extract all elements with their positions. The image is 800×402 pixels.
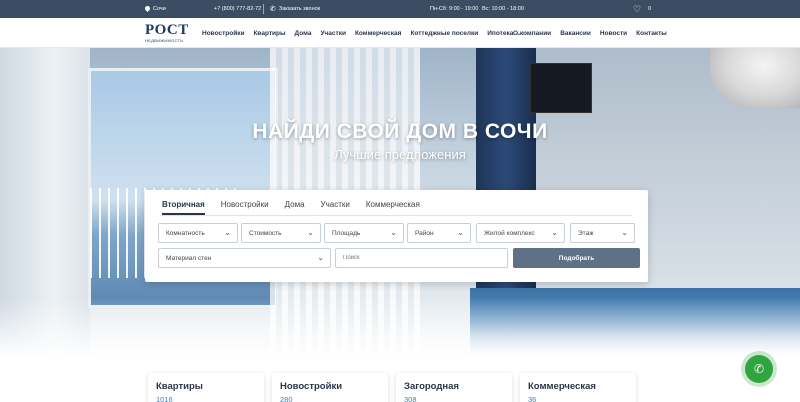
logo-word: РОСТ xyxy=(145,22,189,38)
nav-menu: Новостройки Квартиры Дома Участки Коммер… xyxy=(202,18,530,48)
search-tabs: Вторичная Новостройки Дома Участки Комме… xyxy=(162,200,436,215)
favorites-count: 0 xyxy=(648,6,652,12)
phone-icon: ✆ xyxy=(753,362,765,376)
nav-item-vakansii[interactable]: Вакансии xyxy=(560,30,591,37)
hours-weekdays-text: Пн-Сб: 9:00 - 19:00 xyxy=(430,6,479,12)
nav-menu-right: О компании Вакансии Новости Контакты xyxy=(513,18,676,48)
logo[interactable]: РОСТ НЕДВИЖИМОСТЬ xyxy=(145,23,190,45)
chevron-down-icon: ⌄ xyxy=(551,228,558,237)
category-title: Новостройки xyxy=(280,381,343,392)
submit-button[interactable]: Подобрать xyxy=(513,248,640,268)
wall-material-select[interactable]: Материал стен ⌄ xyxy=(158,248,331,268)
category-card-zagorodnaya[interactable]: Загородная 308 xyxy=(396,373,512,402)
complex-select[interactable]: Жилой комплекс ⌄ xyxy=(476,223,565,243)
hours-sunday-text: Вс: 10:00 - 18:00 xyxy=(482,6,524,12)
chevron-down-icon: ⌄ xyxy=(224,228,231,237)
top-bar: Сочи +7 (800) 777-82-72 ✆ Заказать звоно… xyxy=(0,0,800,18)
nav-item-novosti[interactable]: Новости xyxy=(600,30,627,37)
city-label: Сочи xyxy=(153,6,166,12)
nav-item-kontakty[interactable]: Контакты xyxy=(636,30,667,37)
search-input[interactable] xyxy=(335,248,508,268)
callback-link[interactable]: ✆ Заказать звонок xyxy=(270,0,320,18)
working-hours-weekdays: Пн-Сб: 9:00 - 19:00 xyxy=(430,0,478,18)
city-selector[interactable]: Сочи xyxy=(145,0,166,18)
category-card-kommercheskaya[interactable]: Коммерческая 36 xyxy=(520,373,636,402)
phone-icon: ✆ xyxy=(270,5,276,13)
chevron-down-icon: ⌄ xyxy=(317,253,324,262)
favorites-button[interactable]: ♡ 0 xyxy=(633,0,651,18)
phone-link[interactable]: +7 (800) 777-82-72 xyxy=(214,0,261,18)
location-pin-icon xyxy=(145,6,150,13)
hero-subtitle: Лучшие предложения xyxy=(334,147,466,162)
district-select[interactable]: Район ⌄ xyxy=(407,223,471,243)
tab-novostroiki[interactable]: Новостройки xyxy=(221,200,269,215)
category-count: 280 xyxy=(280,395,293,402)
chevron-down-icon: ⌄ xyxy=(390,228,397,237)
nav-item-uchastki[interactable]: Участки xyxy=(320,30,345,37)
hero-image-tv xyxy=(530,63,592,113)
callback-label: Заказать звонок xyxy=(278,6,321,12)
tab-vtorichnaya[interactable]: Вторичная xyxy=(162,200,205,215)
category-card-kvartiry[interactable]: Квартиры 1016 xyxy=(148,373,264,402)
floor-select[interactable]: Этаж ⌄ xyxy=(570,223,635,243)
hero-title: НАЙДИ СВОЙ ДОМ В СОЧИ xyxy=(252,120,548,143)
price-select-label: Стоимость xyxy=(249,229,282,237)
category-count: 36 xyxy=(528,395,537,402)
divider xyxy=(263,4,264,14)
price-select[interactable]: Стоимость ⌄ xyxy=(241,223,321,243)
nav-item-o-kompanii[interactable]: О компании xyxy=(513,30,551,37)
nav-item-ipoteka-label: Ипотека xyxy=(487,29,514,37)
chevron-down-icon: ⌄ xyxy=(457,228,464,237)
logo-sub: НЕДВИЖИМОСТЬ xyxy=(145,38,184,43)
category-title: Квартиры xyxy=(156,381,203,392)
nav-item-novostroiki[interactable]: Новостройки xyxy=(202,30,244,37)
wall-material-label: Материал стен xyxy=(166,254,212,262)
call-button[interactable]: ✆ xyxy=(745,355,773,383)
area-select-label: Площадь xyxy=(332,229,361,237)
working-hours-sunday: Вс: 10:00 - 18:00 xyxy=(482,0,524,18)
floor-select-label: Этаж xyxy=(578,229,594,237)
main-nav: РОСТ НЕДВИЖИМОСТЬ Новостройки Квартиры Д… xyxy=(0,18,800,48)
phone-number: +7 (800) 777-82-72 xyxy=(214,6,262,12)
tab-doma[interactable]: Дома xyxy=(285,200,305,215)
nav-item-kommercheskaya[interactable]: Коммерческая xyxy=(355,30,401,37)
nav-item-kvartiry[interactable]: Квартиры xyxy=(253,30,285,37)
hero-fade xyxy=(0,298,800,358)
category-title: Коммерческая xyxy=(528,381,596,392)
category-count: 308 xyxy=(404,395,417,402)
rooms-select[interactable]: Комнатность ⌄ xyxy=(158,223,238,243)
tab-uchastki[interactable]: Участки xyxy=(321,200,350,215)
rooms-select-label: Комнатность xyxy=(166,229,205,237)
tabs-underline xyxy=(162,215,632,216)
area-select[interactable]: Площадь ⌄ xyxy=(324,223,404,243)
heart-icon: ♡ xyxy=(633,3,642,14)
category-count: 1016 xyxy=(156,395,173,402)
category-title: Загородная xyxy=(404,381,459,392)
chevron-down-icon: ⌄ xyxy=(307,228,314,237)
search-panel: Вторичная Новостройки Дома Участки Комме… xyxy=(145,190,648,282)
complex-select-label: Жилой комплекс xyxy=(484,229,535,237)
chevron-down-icon: ⌄ xyxy=(621,228,628,237)
nav-item-doma[interactable]: Дома xyxy=(295,30,312,37)
nav-item-kottedzhnye[interactable]: Коттеджные поселки xyxy=(410,30,478,37)
category-card-novostroiki[interactable]: Новостройки 280 xyxy=(272,373,388,402)
tab-kommercheskaya[interactable]: Коммерческая xyxy=(366,200,420,215)
district-select-label: Район xyxy=(415,229,434,237)
